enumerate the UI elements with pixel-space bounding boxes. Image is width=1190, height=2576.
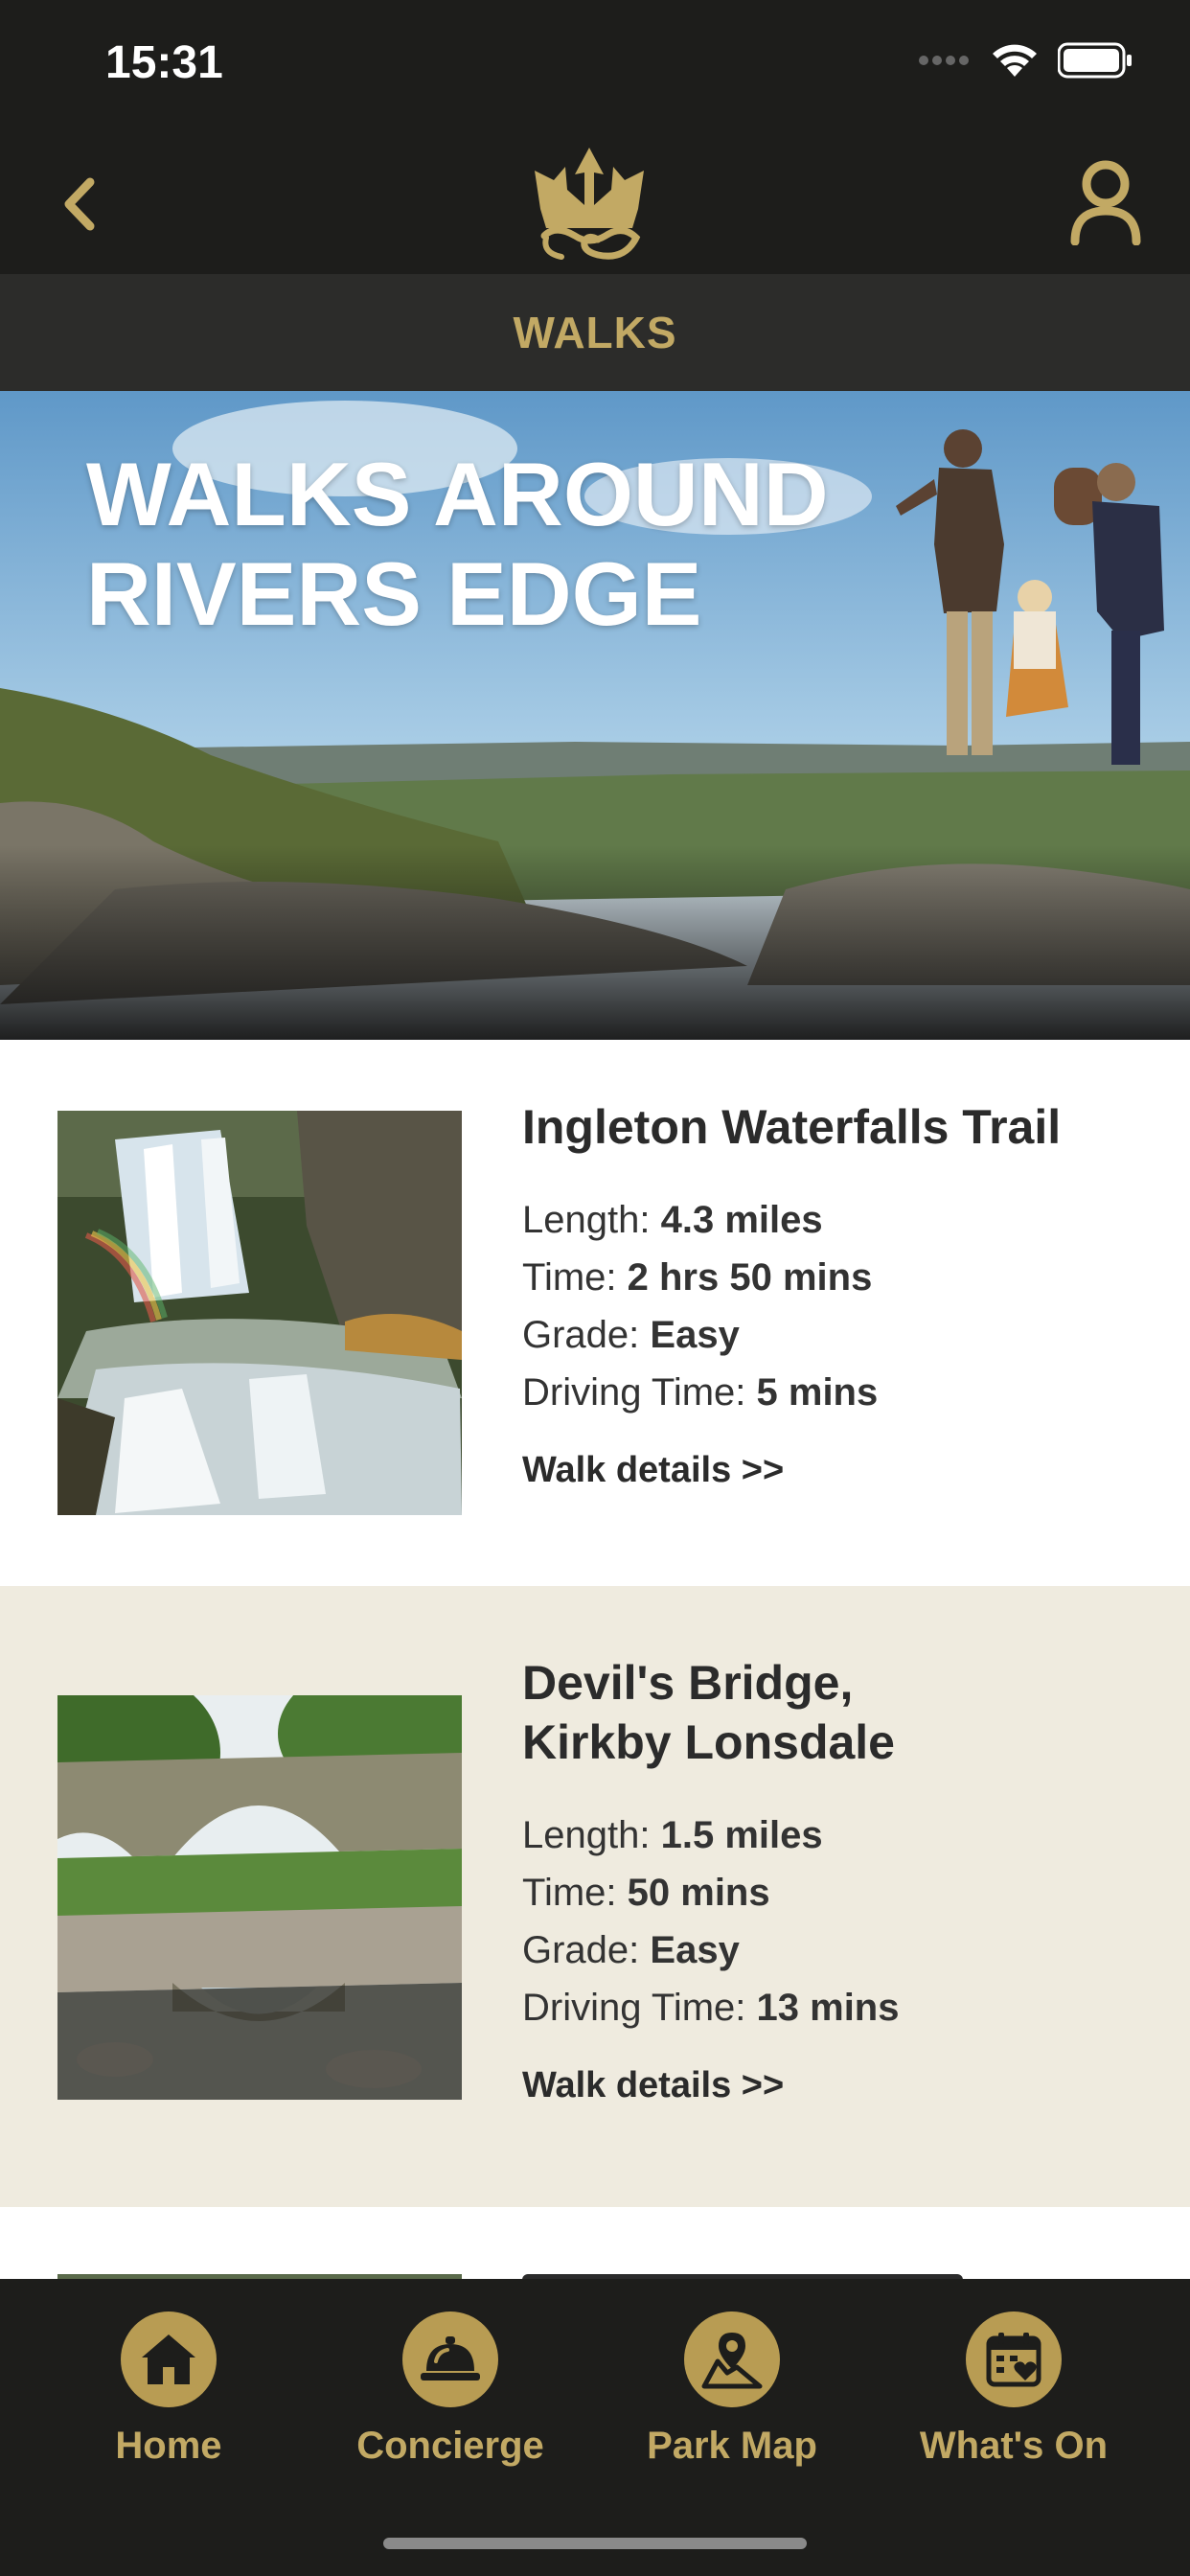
hero-title: WALKS AROUND RIVERS EDGE (86, 445, 829, 644)
walk-title: Ingleton Waterfalls Trail (522, 1097, 1152, 1157)
walk-details-link[interactable]: Walk details >> (522, 1450, 1152, 1491)
walk-title-line: Kirkby Lonsdale (522, 1715, 895, 1769)
walk-driving-time: Driving Time: 13 mins (522, 1979, 1152, 2036)
tab-label: Park Map (647, 2425, 817, 2467)
calendar-heart-icon (966, 2312, 1062, 2407)
grade-label: Grade: (522, 1929, 640, 1971)
length-value: 1.5 miles (660, 1814, 823, 1856)
tab-label: Concierge (356, 2425, 544, 2467)
grade-value: Easy (650, 1929, 740, 1971)
walk-card-devils-bridge[interactable]: Devil's Bridge, Kirkby Lonsdale Length: … (0, 1586, 1190, 2207)
walk-grade: Grade: Easy (522, 1921, 1152, 1979)
bottom-tab-bar: Home Concierge Park Map What's On (0, 2279, 1190, 2576)
time-label: Time: (522, 1872, 617, 1914)
home-indicator[interactable] (383, 2538, 807, 2549)
tab-whats-on[interactable]: What's On (873, 2312, 1155, 2468)
status-time: 15:31 (105, 37, 223, 88)
map-pin-icon (684, 2312, 780, 2407)
grade-label: Grade: (522, 1314, 640, 1356)
walk-driving-time: Driving Time: 5 mins (522, 1364, 1152, 1421)
crown-logo-icon (535, 148, 644, 260)
tab-label: What's On (919, 2425, 1109, 2467)
tab-park-map[interactable]: Park Map (591, 2312, 873, 2468)
status-bar: 15:31 (0, 0, 1190, 134)
signal-icon (919, 56, 969, 65)
walk-thumbnail-bridge (57, 1695, 462, 2100)
length-label: Length: (522, 1199, 651, 1241)
account-user-icon[interactable] (1067, 157, 1144, 245)
battery-icon (1058, 42, 1132, 79)
length-value: 4.3 miles (660, 1199, 823, 1241)
driving-value: 13 mins (756, 1987, 900, 2029)
walk-length: Length: 1.5 miles (522, 1806, 1152, 1864)
tab-label: Home (115, 2425, 222, 2467)
bell-icon (402, 2312, 498, 2407)
walk-details-link[interactable]: Walk details >> (522, 2065, 1152, 2106)
walk-title-line: Ingleton Waterfalls Trail (522, 1100, 1062, 1154)
grade-value: Easy (650, 1314, 740, 1356)
walk-title-line: Devil's Bridge, (522, 1656, 854, 1710)
hero-title-line-2: RIVERS EDGE (86, 543, 702, 644)
walk-info: Ingleton Waterfalls Trail Length: 4.3 mi… (522, 1097, 1152, 1491)
walk-length: Length: 4.3 miles (522, 1191, 1152, 1249)
length-label: Length: (522, 1814, 651, 1856)
walk-card-ingleton[interactable]: Ingleton Waterfalls Trail Length: 4.3 mi… (0, 1040, 1190, 1586)
hero-title-line-1: WALKS AROUND (86, 444, 829, 544)
home-icon (121, 2312, 217, 2407)
time-label: Time: (522, 1256, 617, 1299)
walk-grade: Grade: Easy (522, 1306, 1152, 1364)
driving-label: Driving Time: (522, 1371, 746, 1414)
walk-time: Time: 2 hrs 50 mins (522, 1249, 1152, 1306)
driving-value: 5 mins (756, 1371, 879, 1414)
time-value: 2 hrs 50 mins (627, 1256, 873, 1299)
page-title: WALKS (513, 308, 677, 357)
walk-card-partial[interactable] (0, 2207, 1190, 2284)
tab-concierge[interactable]: Concierge (309, 2312, 591, 2468)
tab-home[interactable]: Home (28, 2312, 309, 2468)
driving-label: Driving Time: (522, 1987, 746, 2029)
walk-thumbnail-waterfall (57, 1111, 462, 1515)
wifi-icon (993, 44, 1037, 77)
top-nav-bar (0, 134, 1190, 274)
page-title-bar: WALKS (0, 274, 1190, 391)
walk-time: Time: 50 mins (522, 1864, 1152, 1921)
back-chevron-icon[interactable] (52, 171, 109, 238)
walk-title: Devil's Bridge, Kirkby Lonsdale (522, 1653, 1152, 1772)
walk-info: Devil's Bridge, Kirkby Lonsdale Length: … (522, 1653, 1152, 2106)
time-value: 50 mins (627, 1872, 770, 1914)
status-icons (918, 42, 1133, 79)
hero-banner: WALKS AROUND RIVERS EDGE (0, 391, 1190, 1040)
